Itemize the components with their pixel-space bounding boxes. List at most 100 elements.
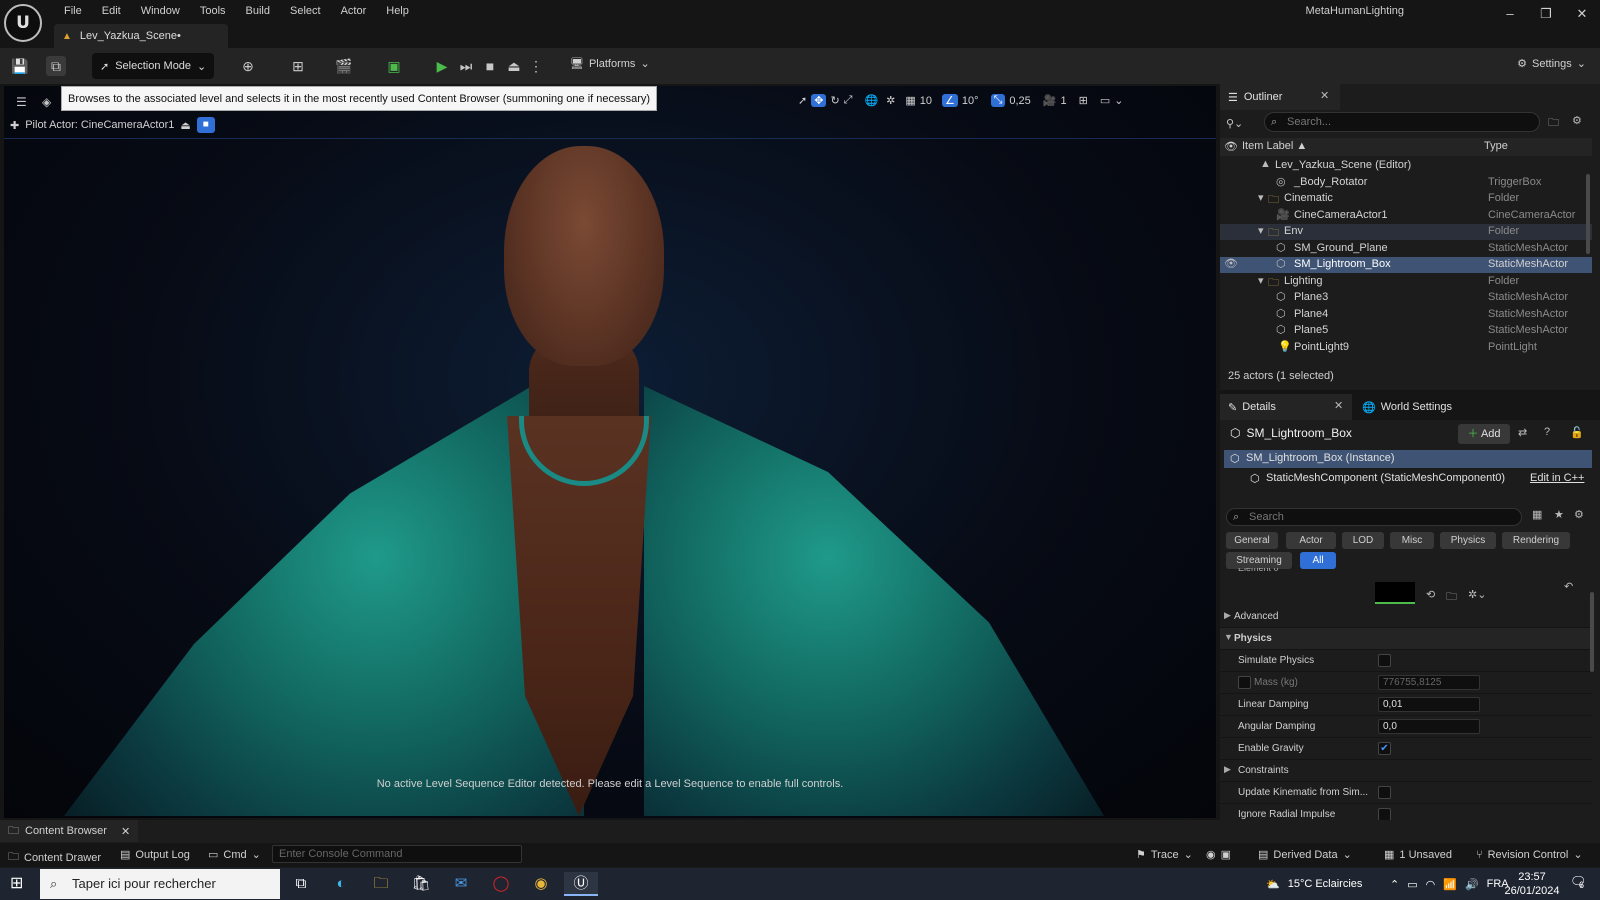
menu-window[interactable]: Window <box>131 3 190 19</box>
volume-icon[interactable]: 🔊 <box>1465 878 1479 891</box>
trace-dropdown[interactable]: ⚑ Trace ⌄ <box>1136 848 1193 862</box>
reset-default-icon[interactable]: ↶ <box>1564 580 1573 593</box>
camera-speed-icon[interactable]: 🎥 <box>1043 94 1057 107</box>
derived-data-dropdown[interactable]: ▤ Derived Data ⌄ <box>1258 848 1352 862</box>
chevron-up-icon[interactable]: ⌃ <box>1390 878 1399 891</box>
menu-select[interactable]: Select <box>280 3 331 19</box>
enable-gravity-checkbox[interactable]: ✔ <box>1378 742 1391 755</box>
weather-widget[interactable]: ⛅ 15°C Eclaircies <box>1266 868 1362 900</box>
mass-field[interactable]: 776755,8125 <box>1378 675 1480 690</box>
taskbar-search-input[interactable]: ⌕ Taper ici pour rechercher <box>40 869 280 899</box>
outliner-row[interactable]: 💡 PointLight9 PointLight <box>1220 340 1592 356</box>
rotation-snap-value[interactable]: 10° <box>962 95 979 107</box>
lock-icon[interactable]: 🔓 <box>1570 426 1584 439</box>
close-icon[interactable]: ✕ <box>1334 399 1343 412</box>
windows-start-icon[interactable]: ⊞ <box>10 875 30 893</box>
surface-snap-icon[interactable]: ✲ <box>886 94 895 107</box>
selection-mode-dropdown[interactable]: ➚ Selection Mode ⌄ <box>92 53 214 79</box>
close-window-button[interactable]: ✕ <box>1564 3 1600 25</box>
unreal-engine-taskbar-icon[interactable]: Ⓤ <box>564 872 598 896</box>
category-actor[interactable]: Actor <box>1286 532 1336 549</box>
settings-dropdown[interactable]: ⚙ Settings ⌄ <box>1517 57 1586 71</box>
expand-arrow-icon[interactable]: ▾ <box>1258 224 1264 237</box>
file-explorer-icon[interactable]: 🗀 <box>366 872 396 896</box>
menu-file[interactable]: File <box>54 3 92 19</box>
stop-icon[interactable]: ■ <box>480 56 500 76</box>
grid-snap-icon[interactable]: ▦ <box>905 94 915 107</box>
menu-build[interactable]: Build <box>236 3 280 19</box>
menu-actor[interactable]: Actor <box>331 3 377 19</box>
details-scrollbar[interactable] <box>1590 592 1594 672</box>
expand-arrow-icon[interactable]: ▾ <box>1258 274 1264 287</box>
simulate-physics-checkbox[interactable] <box>1378 654 1391 667</box>
close-icon[interactable]: ✕ <box>121 825 130 838</box>
meet-now-icon[interactable]: ▭ <box>1407 878 1417 891</box>
record-buttons[interactable]: ◉ ▣ <box>1206 848 1231 861</box>
add-actor-icon[interactable]: ⊕ <box>238 56 258 76</box>
unsaved-button[interactable]: ▦ 1 Unsaved <box>1384 848 1452 862</box>
close-icon[interactable]: ✕ <box>1320 89 1329 102</box>
output-log-button[interactable]: ▤ Output Log <box>120 848 190 862</box>
category-lod[interactable]: LOD <box>1342 532 1384 549</box>
category-general[interactable]: General <box>1226 532 1278 549</box>
update-kinematic-checkbox[interactable] <box>1378 786 1391 799</box>
help-icon[interactable]: ? <box>1544 426 1550 438</box>
advanced-section[interactable]: ▶ Advanced <box>1220 606 1592 628</box>
outliner-scrollbar[interactable] <box>1586 174 1590 254</box>
more-options-icon[interactable]: ⋮ <box>526 56 546 76</box>
hamburger-menu-icon[interactable]: ☰ <box>16 95 27 109</box>
perspective-icon[interactable]: ◈ <box>42 95 51 109</box>
table-view-icon[interactable]: ▦ <box>1532 508 1542 521</box>
category-misc[interactable]: Misc <box>1390 532 1434 549</box>
outliner-settings-icon[interactable]: ⚙ <box>1572 114 1582 127</box>
outliner-row[interactable]: ◎ _Body_Rotator TriggerBox <box>1220 175 1592 191</box>
camera-speed-value[interactable]: 1 <box>1061 95 1067 107</box>
translate-tool-icon[interactable]: ✥ <box>811 94 827 107</box>
scale-tool-icon[interactable]: ⤢ <box>844 94 853 107</box>
outliner-row[interactable]: ▾ 🗀 Env Folder <box>1220 224 1592 240</box>
store-icon[interactable]: 🛍 <box>406 872 436 896</box>
cmd-dropdown[interactable]: ▭ Cmd ⌄ <box>208 848 261 862</box>
rotate-tool-icon[interactable]: ↻ <box>830 94 839 107</box>
details-tab[interactable]: ✎ Details <box>1220 394 1352 420</box>
add-folder-icon[interactable]: 🗀 <box>1548 114 1559 133</box>
outliner-row[interactable]: ▲ Lev_Yazkua_Scene (Editor) <box>1220 158 1592 174</box>
outliner-row[interactable]: ▾ 🗀 Cinematic Folder <box>1220 191 1592 207</box>
details-settings-icon[interactable]: ⚙ <box>1574 508 1584 521</box>
outliner-row[interactable]: ▾ 🗀 Lighting Folder <box>1220 274 1592 290</box>
content-drawer-button[interactable]: 🗀 Content Drawer <box>8 848 101 867</box>
item-label-column[interactable]: Item Label ▲ <box>1242 140 1307 152</box>
type-column[interactable]: Type <box>1484 140 1508 152</box>
details-search-input[interactable]: ⌕ Search <box>1226 508 1522 526</box>
blueprint-icon[interactable]: ⊞ <box>288 56 308 76</box>
clock[interactable]: 23:57 26/01/2024 <box>1500 870 1564 898</box>
step-icon[interactable]: ⏭ <box>456 56 476 76</box>
rotation-snap-icon[interactable]: ∠ <box>942 94 958 107</box>
mail-icon[interactable]: ✉ <box>446 872 476 896</box>
filter-icon[interactable]: ⚲⌄ <box>1226 117 1243 130</box>
menu-tools[interactable]: Tools <box>190 3 236 19</box>
expand-arrow-icon[interactable]: ▾ <box>1258 191 1264 204</box>
unreal-logo-icon[interactable]: U <box>4 4 42 42</box>
category-rendering[interactable]: Rendering <box>1502 532 1570 549</box>
grid-snap-value[interactable]: 10 <box>920 95 932 107</box>
content-browser-tab[interactable]: 🗀 Content Browser ✕ <box>0 820 139 842</box>
wifi-icon[interactable]: 📶 <box>1443 878 1457 891</box>
network-icon[interactable]: ◠ <box>1426 878 1436 891</box>
material-color-swatch[interactable] <box>1375 582 1415 604</box>
reset-arrow-icon[interactable]: ⟲ <box>1426 588 1435 601</box>
blueprint-convert-icon[interactable]: ⇄ <box>1518 426 1527 439</box>
camera-lock-icon[interactable]: ■ <box>196 117 215 133</box>
linear-damping-field[interactable]: 0,01 <box>1378 697 1480 712</box>
visibility-icon[interactable]: 👁 <box>1224 140 1238 153</box>
level-viewport[interactable]: ☰ ◈ ➚ ✥ ↻ ⤢ 🌐 ✲ ▦ 10 ∠ 10° ⤡ 0,25 🎥 1 ⊞ … <box>4 86 1216 818</box>
viewport-layout-icon[interactable]: ▭ <box>1100 94 1110 107</box>
category-physics[interactable]: Physics <box>1440 532 1496 549</box>
static-mesh-component-row[interactable]: ⬡ StaticMeshComponent (StaticMeshCompone… <box>1224 470 1592 488</box>
play-button-icon[interactable]: ▶ <box>432 56 452 76</box>
opera-browser-icon[interactable]: ◯ <box>486 872 516 896</box>
select-tool-icon[interactable]: ➚ <box>798 94 807 107</box>
scale-snap-value[interactable]: 0,25 <box>1009 95 1030 107</box>
category-streaming[interactable]: Streaming <box>1226 552 1292 569</box>
notification-center-icon[interactable]: 🗨 6 <box>1570 874 1587 890</box>
